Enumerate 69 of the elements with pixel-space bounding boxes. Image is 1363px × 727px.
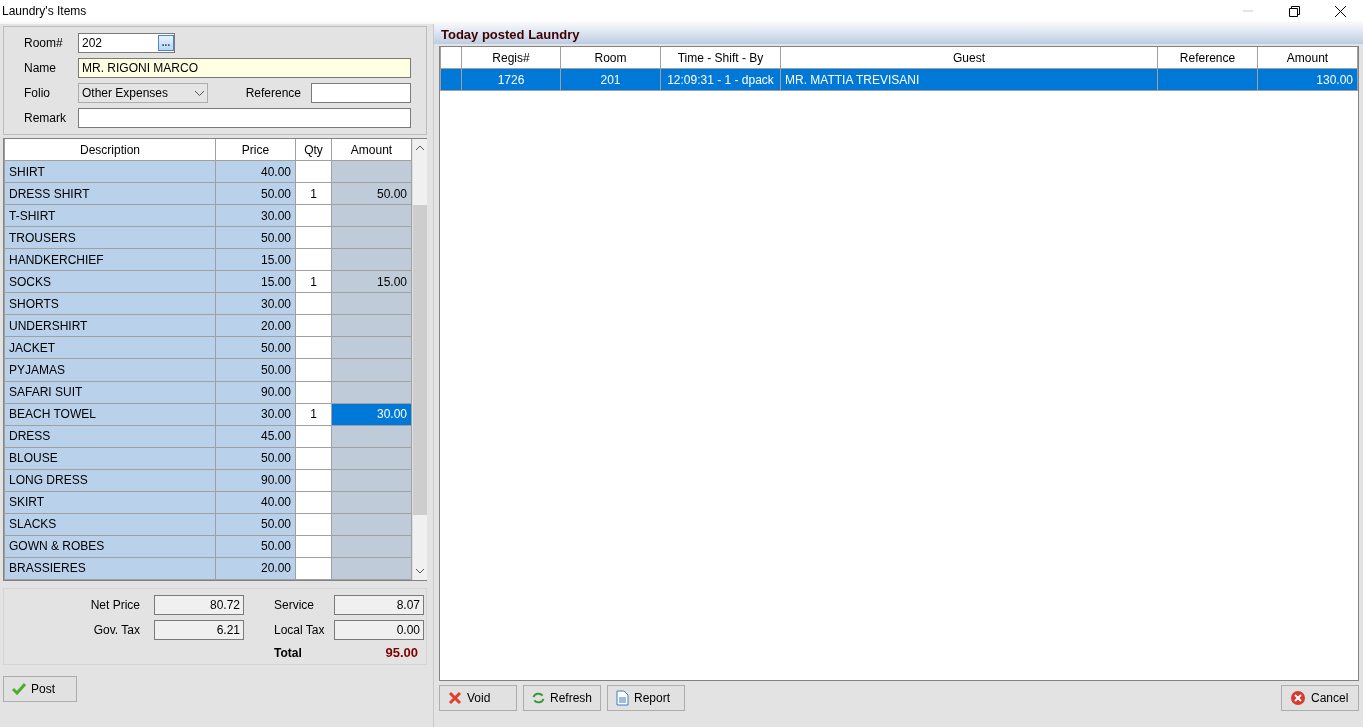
local-tax-label: Local Tax xyxy=(274,623,326,637)
table-cell: SLACKS xyxy=(4,513,216,536)
chevron-down-icon xyxy=(195,90,204,96)
table-cell: LONG DRESS xyxy=(4,469,216,492)
void-button[interactable]: Void xyxy=(439,685,517,711)
lookup-button[interactable]: ... xyxy=(158,35,174,51)
table-cell[interactable]: MR. MATTIA TREVISANI xyxy=(780,68,1158,91)
name-label: Name xyxy=(24,61,57,75)
local-tax-field: 0.00 xyxy=(334,620,424,640)
net-price-label: Net Price xyxy=(89,598,141,612)
column-header[interactable]: Amount xyxy=(331,139,412,161)
table-cell: DRESS xyxy=(4,425,216,448)
panel-title: Today posted Laundry xyxy=(434,24,1363,44)
table-cell: HANDKERCHIEF xyxy=(4,248,216,271)
column-header[interactable]: Guest xyxy=(780,47,1158,69)
table-cell: PYJAMAS xyxy=(4,358,216,381)
refresh-icon xyxy=(532,691,545,705)
table-cell: DRESS SHIRT xyxy=(4,182,216,205)
table-cell: SOCKS xyxy=(4,270,216,293)
folio-label: Folio xyxy=(24,86,51,100)
room-field[interactable]: 202 ... xyxy=(78,33,175,53)
scroll-down-icon[interactable] xyxy=(416,569,424,574)
table-cell: BLOUSE xyxy=(4,447,216,470)
report-button[interactable]: Report xyxy=(607,685,685,711)
column-header[interactable]: Reference xyxy=(1157,47,1258,69)
net-price-field: 80.72 xyxy=(154,595,244,615)
service-field: 8.07 xyxy=(334,595,424,615)
checkmark-icon xyxy=(12,683,26,695)
column-header[interactable]: Time - Shift - By xyxy=(660,47,781,69)
folio-dropdown[interactable]: Other Expenses xyxy=(78,83,208,103)
gov-tax-field: 6.21 xyxy=(154,620,244,640)
table-cell: JACKET xyxy=(4,336,216,359)
remark-label: Remark xyxy=(24,111,67,125)
table-cell: TROUSERS xyxy=(4,226,216,249)
table-cell: SHIRT xyxy=(4,160,216,183)
remark-field[interactable] xyxy=(78,108,411,128)
table-cell: SHORTS xyxy=(4,292,216,315)
table-cell: UNDERSHIRT xyxy=(4,314,216,337)
room-label: Room# xyxy=(24,36,64,50)
column-header[interactable]: Price xyxy=(215,139,296,161)
gov-tax-label: Gov. Tax xyxy=(92,623,141,637)
column-header[interactable]: Regis# xyxy=(461,47,561,69)
column-header[interactable]: Description xyxy=(4,139,216,161)
table-cell: SAFARI SUIT xyxy=(4,381,216,404)
table-cell: GOWN & ROBES xyxy=(4,535,216,558)
post-button[interactable]: Post xyxy=(3,676,77,702)
document-icon xyxy=(616,690,629,706)
table-cell: SKIRT xyxy=(4,491,216,514)
column-header[interactable]: Amount xyxy=(1257,47,1358,69)
reference-label: Reference xyxy=(244,86,302,100)
window-title: Laundry's Items xyxy=(1,4,88,18)
close-icon[interactable] xyxy=(1334,5,1346,17)
total-value: 95.00 xyxy=(384,645,419,660)
cancel-button[interactable]: Cancel xyxy=(1281,685,1359,711)
reference-field[interactable] xyxy=(311,83,411,103)
cross-icon xyxy=(448,691,462,705)
column-header[interactable]: Room xyxy=(560,47,661,69)
name-field[interactable]: MR. RIGONI MARCO xyxy=(78,58,411,78)
scroll-up-icon[interactable] xyxy=(416,145,424,150)
table-cell: BEACH TOWEL xyxy=(4,403,216,426)
total-label: Total xyxy=(274,645,303,660)
table-cell: T-SHIRT xyxy=(4,204,216,227)
cancel-icon xyxy=(1290,690,1306,706)
scrollbar[interactable] xyxy=(412,139,427,580)
restore-icon[interactable] xyxy=(1288,5,1300,17)
refresh-button[interactable]: Refresh xyxy=(523,685,601,711)
table-cell: BRASSIERES xyxy=(4,557,216,580)
column-header[interactable]: Qty xyxy=(295,139,332,161)
service-label: Service xyxy=(274,598,315,612)
